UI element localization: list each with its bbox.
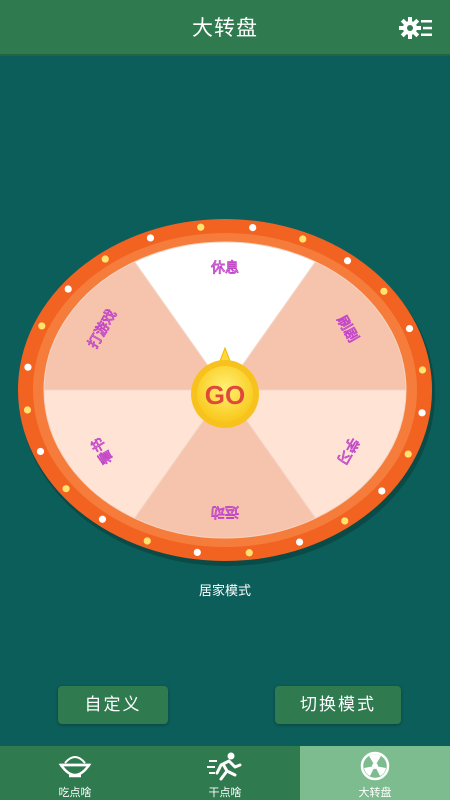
prize-wheel: 休息 刷剧 学习 运动 看书 打游戏 GO — [17, 214, 435, 566]
tab-wheel[interactable]: 大转盘 — [300, 746, 450, 800]
bottom-tab-bar: 吃点啥 干点啥 大转盘 — [0, 746, 450, 800]
go-button[interactable]: GO — [191, 360, 259, 428]
app-header: 大转盘 — [0, 0, 450, 56]
wheel-bulb — [193, 548, 201, 557]
tab-eat[interactable]: 吃点啥 — [0, 746, 150, 800]
go-button-label: GO — [205, 380, 245, 410]
wheel-bulb — [418, 409, 426, 417]
settings-gear-icon — [399, 17, 432, 39]
wheel-bulb — [143, 537, 151, 545]
tab-do[interactable]: 干点啥 — [150, 746, 300, 800]
tab-wheel-label: 大转盘 — [358, 786, 392, 799]
mode-label: 居家模式 — [198, 584, 251, 599]
wheel-bulb — [101, 255, 109, 263]
wheel-bulb — [245, 549, 253, 557]
wheel-bulb — [405, 324, 414, 333]
wheel-bulb — [341, 517, 349, 525]
wheel-segment-label: 运动 — [211, 503, 239, 519]
wheel-bulb — [62, 485, 70, 493]
page-title: 大转盘 — [192, 16, 258, 40]
custom-button[interactable]: 自定义 — [58, 686, 168, 724]
wheel-bulb — [299, 235, 307, 243]
wheel-bulb — [380, 287, 388, 295]
wheel-bulb — [295, 538, 304, 546]
switch-mode-button[interactable]: 切换模式 — [275, 686, 401, 724]
wheel-bulb — [146, 234, 155, 242]
wheel-bulb — [197, 223, 205, 231]
running-person-icon — [207, 752, 242, 781]
tab-eat-label: 吃点啥 — [58, 786, 92, 799]
wheel-bulb — [418, 366, 427, 374]
food-bowl-icon — [58, 756, 92, 778]
wheel-bulb — [23, 406, 32, 414]
wheel-bulb — [378, 487, 386, 495]
tab-do-label: 干点啥 — [208, 786, 242, 799]
settings-button[interactable] — [398, 14, 434, 42]
wheel-icon — [360, 751, 390, 781]
wheel-bulb — [38, 322, 46, 330]
wheel-bulb — [343, 257, 352, 265]
wheel-bulb — [64, 285, 72, 293]
wheel-bulb — [98, 515, 107, 523]
wheel-bulb — [249, 223, 257, 232]
wheel-segment-label: 休息 — [211, 260, 239, 277]
wheel-bulb — [36, 447, 45, 456]
wheel-bulb — [404, 450, 412, 458]
wheel-bulb — [24, 363, 32, 371]
